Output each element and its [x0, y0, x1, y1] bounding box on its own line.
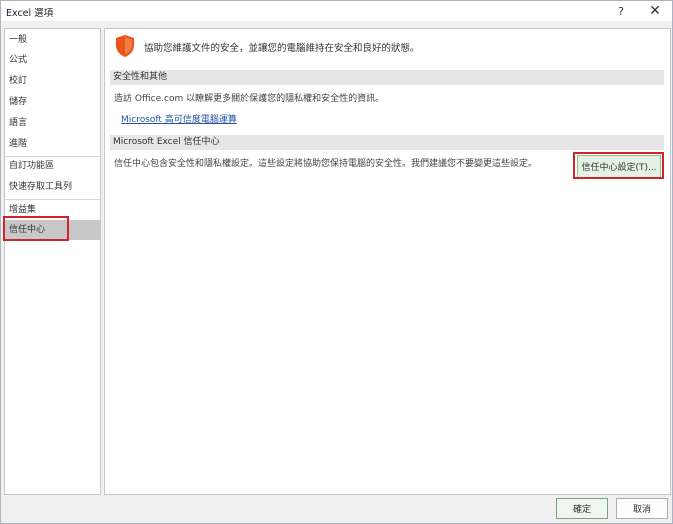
sidebar-item-formulas[interactable]: 公式 — [5, 50, 100, 70]
sidebar-item-quick-access-toolbar[interactable]: 快速存取工具列 — [5, 177, 100, 197]
help-button[interactable]: ? — [606, 1, 636, 21]
close-button[interactable]: ✕ — [640, 1, 670, 21]
sidebar-item-advanced[interactable]: 進階 — [5, 134, 100, 154]
ok-button[interactable]: 確定 — [556, 498, 608, 519]
shield-icon — [116, 35, 134, 57]
trustworthy-computing-link[interactable]: Microsoft 高可信度電腦運算 — [121, 112, 237, 125]
trust-center-panel: 協助您維護文件的安全，並讓您的電腦維持在安全和良好的狀態。 安全性和其他 造訪 … — [104, 28, 671, 495]
sidebar-item-customize-ribbon[interactable]: 自訂功能區 — [5, 156, 100, 176]
trust-center-section-header: Microsoft Excel 信任中心 — [110, 135, 664, 150]
sidebar-item-general[interactable]: 一般 — [5, 30, 100, 50]
options-sidebar: 一般 公式 校訂 儲存 語言 進階 自訂功能區 快速存取工具列 增益集 信任中心 — [4, 28, 101, 495]
trust-center-description: 信任中心包含安全性和隱私權設定。這些設定將協助您保持電腦的安全性。我們建議您不要… — [114, 159, 538, 169]
highlight-box-trust-center-settings — [573, 152, 664, 179]
intro-text: 協助您維護文件的安全，並讓您的電腦維持在安全和良好的狀態。 — [144, 43, 420, 54]
highlight-box-trust-center-nav — [3, 216, 69, 241]
sidebar-item-proofing[interactable]: 校訂 — [5, 71, 100, 91]
title-bar: Excel 選項 ? ✕ — [1, 1, 672, 21]
security-section-header: 安全性和其他 — [110, 70, 664, 85]
excel-options-dialog: Excel 選項 ? ✕ 一般 公式 校訂 儲存 語言 進階 自訂功能區 快速存… — [0, 0, 673, 524]
sidebar-item-save[interactable]: 儲存 — [5, 92, 100, 112]
cancel-button[interactable]: 取消 — [616, 498, 668, 519]
window-title: Excel 選項 — [6, 8, 54, 19]
sidebar-item-language[interactable]: 語言 — [5, 113, 100, 133]
security-description: 造訪 Office.com 以瞭解更多關於保護您的隱私權和安全性的資訊。 — [114, 94, 385, 104]
